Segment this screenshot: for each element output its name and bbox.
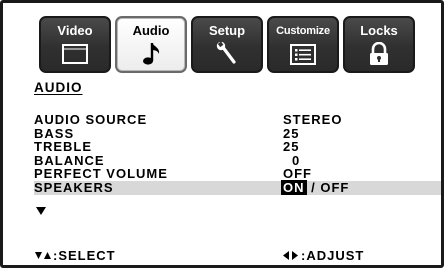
tab-locks[interactable]: Locks [343,16,415,73]
balance-value: 0 [292,152,301,168]
tab-setup[interactable]: Setup [191,16,263,73]
adjust-hint-label: :ADJUST [301,248,365,263]
bass-label: BASS [34,125,75,141]
balance-label: BALANCE [34,152,105,168]
padlock-icon [370,42,388,65]
footer-select-hint: :SELECT [34,248,116,263]
speakers-label: SPEAKERS [34,179,114,195]
speakers-value: ON / OFF [281,179,349,195]
speakers-on-option[interactable]: ON [281,179,307,195]
menu-tabs: Video Audio Setup Customize Locks [39,16,415,73]
tab-audio-label: Audio [132,23,170,38]
menu-row-speakers[interactable]: SPEAKERS ON / OFF [34,179,441,195]
tab-customize[interactable]: Customize [267,16,339,73]
menu-row-bass[interactable]: BASS 25 [34,125,441,141]
perfect-volume-label: PERFECT VOLUME [34,166,168,182]
scroll-down-arrow-icon [36,207,46,215]
left-right-arrows-icon [283,251,298,260]
up-down-arrows-icon [35,252,51,259]
audio-source-label: AUDIO SOURCE [34,112,148,127]
tab-video-label: Video [57,23,93,38]
bass-value: 25 [283,125,300,141]
speakers-separator: / [306,179,321,195]
tv-menu-screen: Video Audio Setup Customize Locks AUDIO … [0,0,444,268]
footer-adjust-hint: :ADJUST [282,248,364,263]
music-note-icon [143,43,160,65]
tab-setup-label: Setup [208,23,246,38]
perfect-volume-value: OFF [283,166,312,182]
menu-row-treble[interactable]: TREBLE 25 [34,139,441,155]
select-hint-label: :SELECT [53,248,116,263]
audio-settings-list: AUDIO SOURCE STEREO BASS 25 TREBLE 25 BA… [34,112,441,195]
menu-row-balance[interactable]: BALANCE 0 [34,152,441,168]
menu-title: AUDIO [34,80,83,95]
monitor-icon [62,44,88,64]
wrench-icon [216,42,236,64]
audio-source-value: STEREO [283,112,343,127]
tab-customize-label: Customize [276,25,330,37]
menu-row-perfect-volume[interactable]: PERFECT VOLUME OFF [34,166,441,182]
speakers-off-option[interactable]: OFF [320,180,349,195]
menu-row-audio-source[interactable]: AUDIO SOURCE STEREO [34,112,441,127]
treble-value: 25 [283,139,300,155]
treble-label: TREBLE [34,139,92,155]
tab-locks-label: Locks [360,23,398,38]
tab-audio[interactable]: Audio [115,16,187,73]
tab-video[interactable]: Video [39,16,111,73]
list-icon [290,44,316,65]
